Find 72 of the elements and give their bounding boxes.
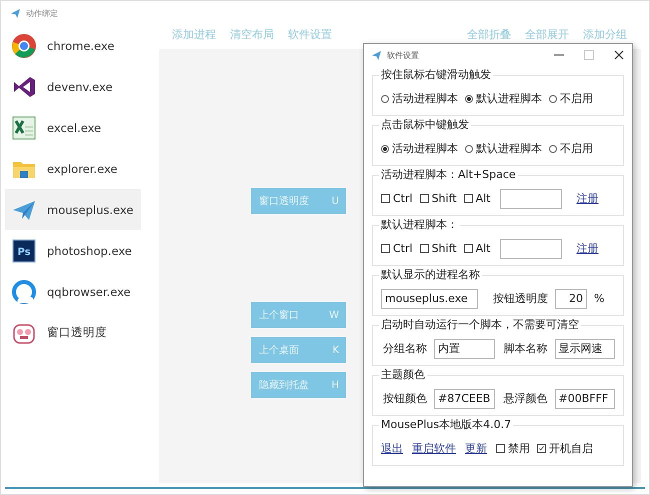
process-name-field[interactable]: mouseplus.exe: [381, 288, 478, 308]
group-title: 活动进程脚本：Alt+Space: [379, 167, 518, 182]
checkbox[interactable]: [420, 244, 429, 253]
dialog-title: 软件设置: [387, 50, 419, 60]
hotkey-field[interactable]: [500, 238, 562, 258]
group-title: 点击鼠标中键触发: [379, 117, 471, 132]
process-item[interactable]: explorer.exe: [5, 148, 141, 189]
group-title: 启动时自动运行一个脚本，不需要可清空: [379, 317, 581, 332]
register-link[interactable]: 注册: [576, 241, 598, 256]
checkbox[interactable]: [537, 444, 546, 453]
field-label: 按钮透明度: [493, 291, 548, 306]
opacity-field[interactable]: 20: [555, 288, 587, 308]
radio-button[interactable]: [381, 144, 389, 152]
checkbox-label: 开机自启: [549, 441, 593, 456]
group-title: 按住鼠标右键滑动触发: [379, 67, 493, 82]
paper-plane-icon: [372, 50, 381, 60]
checkbox[interactable]: [381, 244, 390, 253]
option-label: 活动进程脚本: [392, 141, 458, 156]
checkbox-label: Shift: [432, 192, 457, 205]
process-item[interactable]: mouseplus.exe: [5, 189, 141, 230]
option-label: 不启用: [560, 91, 593, 106]
ring-logo-icon: [11, 278, 37, 304]
field-label: 分组名称: [383, 341, 427, 356]
option-label: 默认进程脚本: [476, 91, 542, 106]
unit-label: %: [594, 292, 604, 305]
input-field[interactable]: #00BFFF: [554, 388, 615, 408]
paper-plane-icon: [11, 8, 20, 18]
hotkey-field[interactable]: [500, 188, 562, 208]
action-link[interactable]: 更新: [465, 441, 487, 456]
close-icon[interactable]: [614, 50, 624, 60]
field-label: 悬浮颜色: [504, 391, 548, 406]
ps-logo-icon: Ps: [11, 238, 37, 264]
radio-button[interactable]: [549, 94, 557, 102]
checkbox-label: Shift: [432, 242, 457, 255]
checkbox-label: Ctrl: [393, 242, 413, 255]
circle-logo-icon: [11, 32, 37, 58]
option-label: 默认进程脚本: [476, 141, 542, 156]
group-title: 主题颜色: [379, 367, 427, 382]
group-title: MousePlus本地版本4.0.7: [379, 417, 514, 432]
radio-button[interactable]: [381, 94, 389, 102]
input-field[interactable]: #87CEEB: [434, 388, 494, 408]
process-item[interactable]: chrome.exe: [5, 25, 141, 66]
input-field[interactable]: 显示网速: [554, 338, 615, 358]
radio-button[interactable]: [465, 144, 473, 152]
checkbox[interactable]: [496, 444, 505, 453]
group-title: 默认显示的进程名称: [379, 267, 482, 282]
process-item[interactable]: qqbrowser.exe: [5, 271, 141, 312]
radio-button[interactable]: [465, 94, 473, 102]
spreadsheet-icon: [11, 114, 37, 140]
checkbox[interactable]: [420, 194, 429, 203]
checkbox-label: 禁用: [508, 441, 530, 456]
group-title: 默认进程脚本：: [379, 217, 460, 232]
field-label: 按钮颜色: [383, 391, 427, 406]
process-item[interactable]: excel.exe: [5, 107, 141, 148]
process-item[interactable]: devenv.exe: [5, 66, 141, 107]
checkbox-label: Ctrl: [393, 192, 413, 205]
process-item[interactable]: Ps photoshop.exe: [5, 230, 141, 271]
option-label: 活动进程脚本: [392, 91, 458, 106]
process-item[interactable]: 窗口透明度: [5, 312, 141, 353]
field-label: 脚本名称: [504, 341, 548, 356]
input-field[interactable]: 内置: [434, 338, 494, 358]
action-link[interactable]: 退出: [381, 441, 403, 456]
checkbox[interactable]: [381, 194, 390, 203]
action-link[interactable]: 重启软件: [412, 441, 456, 456]
register-link[interactable]: 注册: [576, 191, 598, 206]
checkbox-label: Alt: [476, 242, 490, 255]
checkbox[interactable]: [464, 244, 473, 253]
checkbox-label: Alt: [476, 192, 490, 205]
radio-button[interactable]: [549, 144, 557, 152]
window-title: 动作绑定: [26, 8, 58, 18]
option-label: 不启用: [560, 141, 593, 156]
checkbox[interactable]: [464, 194, 473, 203]
